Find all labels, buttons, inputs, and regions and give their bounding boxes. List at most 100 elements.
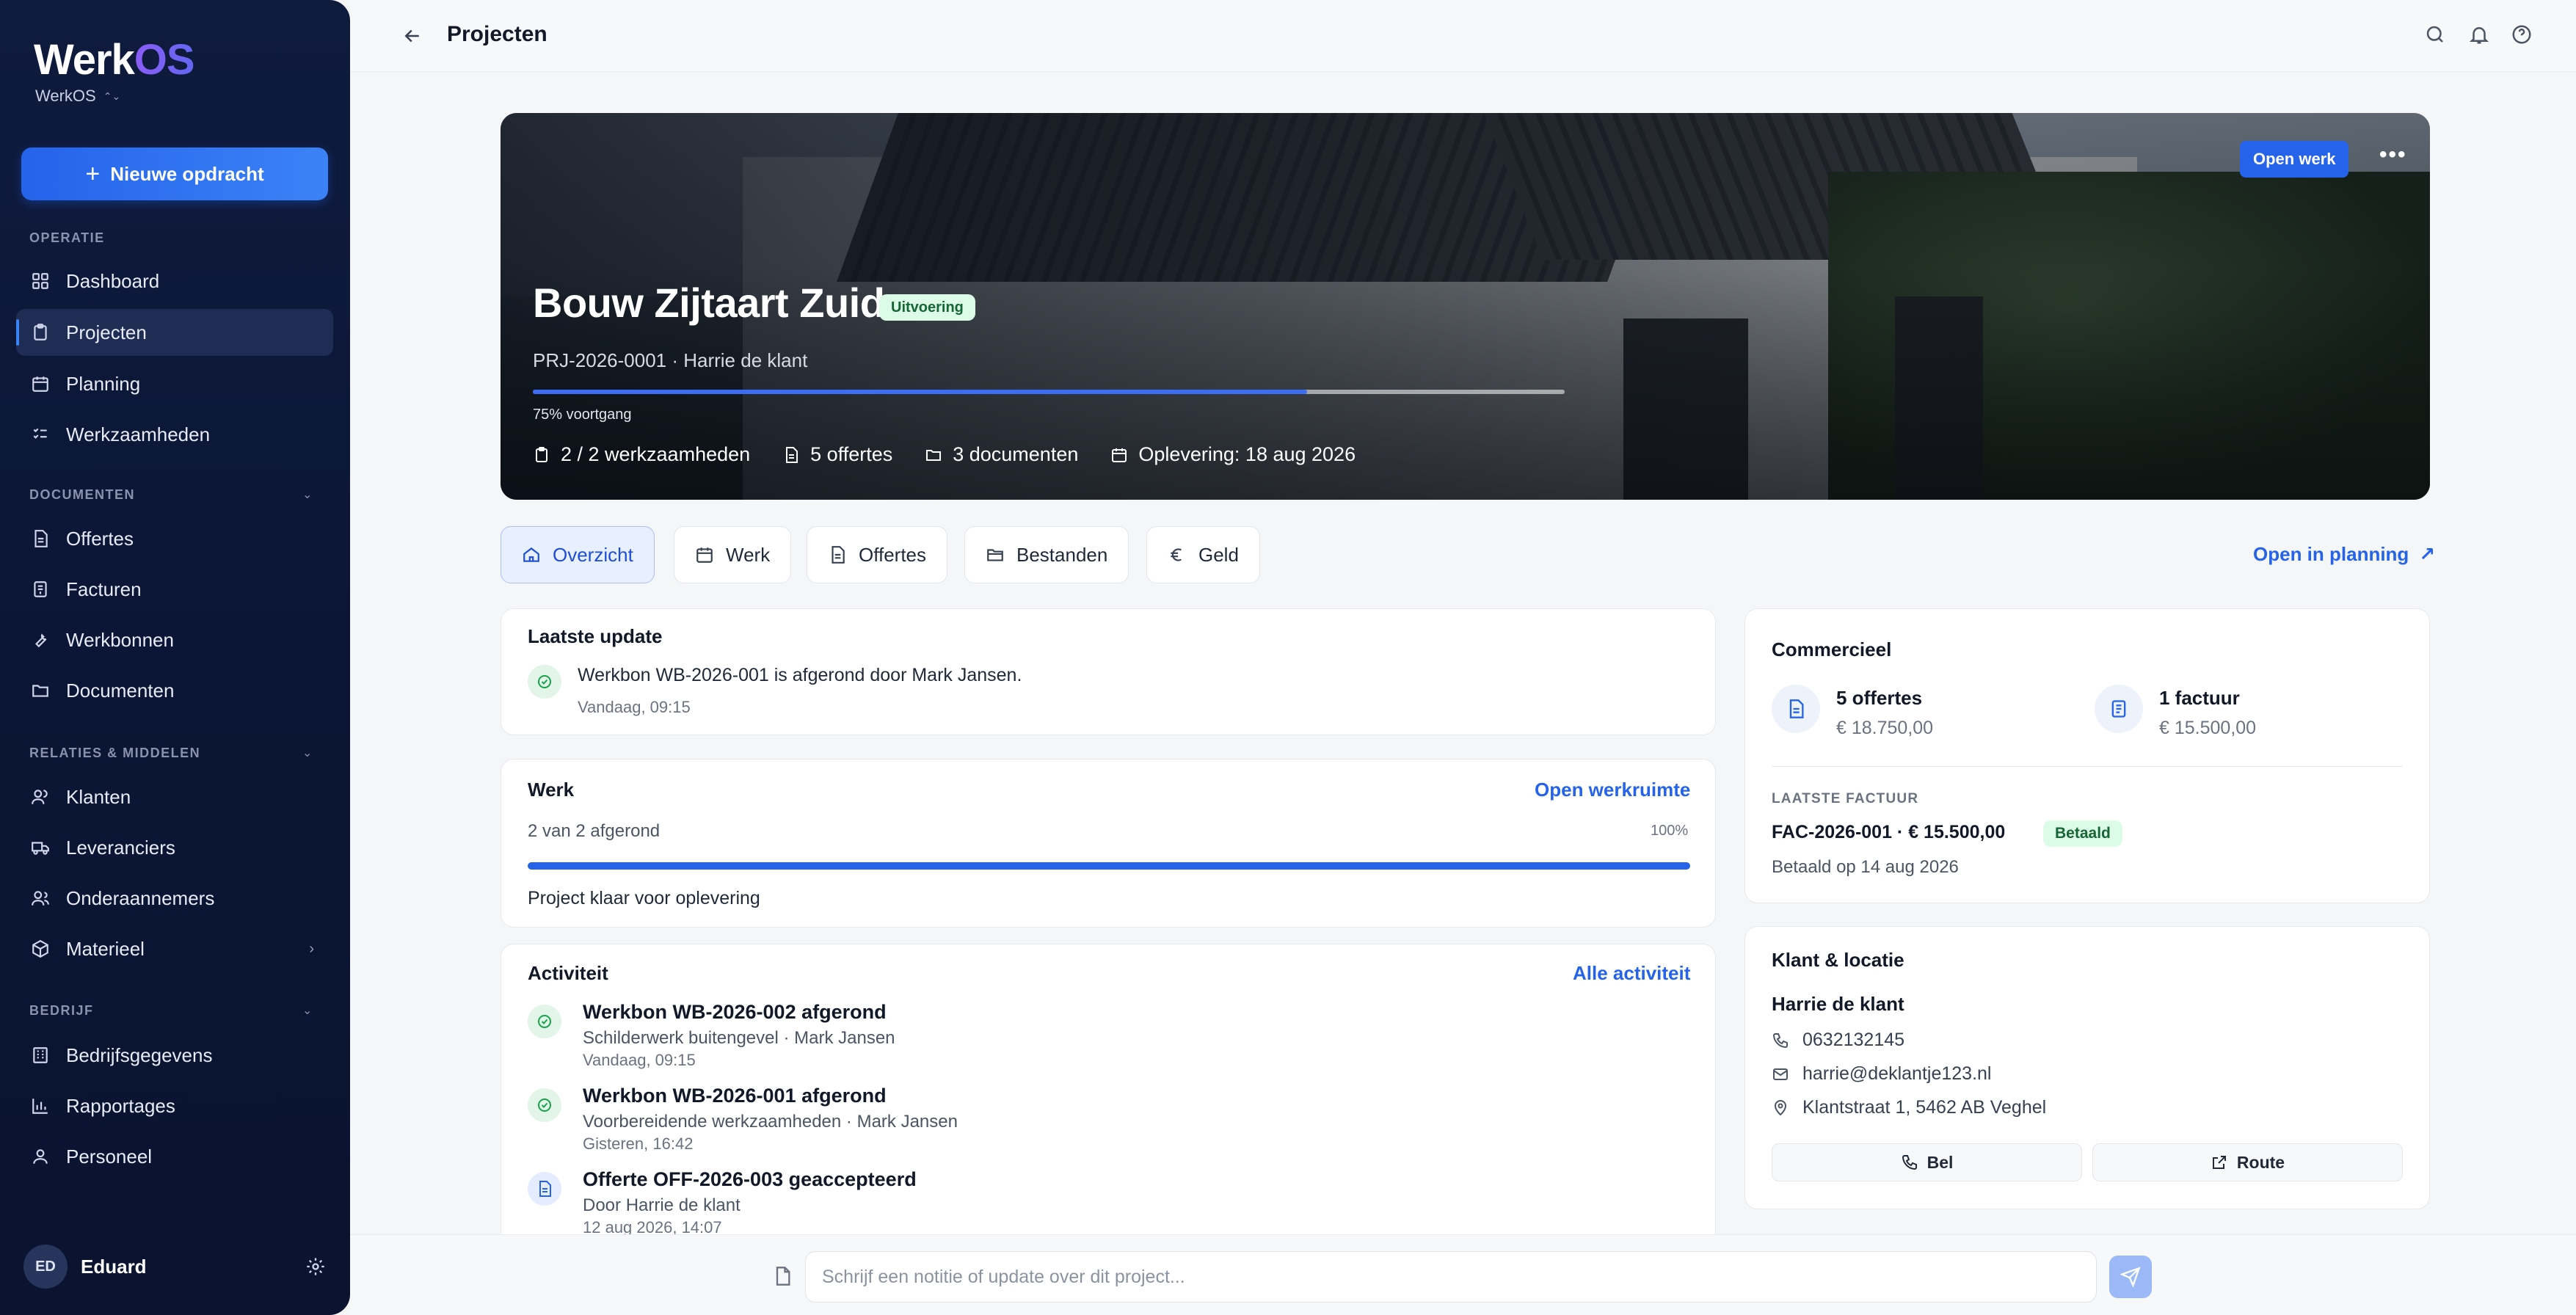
folder-icon xyxy=(32,685,48,697)
sidebar-item-projecten[interactable]: Projecten xyxy=(16,309,333,356)
sidebar-item-leveranciers[interactable]: Leveranciers xyxy=(16,824,333,871)
more-options-icon[interactable]: ••• xyxy=(2379,142,2407,167)
calendar-icon xyxy=(696,547,713,563)
meta-delivery: Oplevering: 18 aug 2026 xyxy=(1110,443,1356,466)
user-icon xyxy=(33,1149,48,1164)
help-icon[interactable] xyxy=(2511,23,2533,45)
latest-update-text: Werkbon WB-2026-001 is afgerond door Mar… xyxy=(578,665,1022,685)
truck-icon xyxy=(32,842,49,855)
check-icon xyxy=(538,1099,551,1112)
section-bedrijf: BEDRIJF xyxy=(29,1003,94,1018)
sidebar-item-offertes[interactable]: Offertes xyxy=(16,515,333,562)
logo-accent: OS xyxy=(134,36,195,84)
paid-on-date: Betaald op 14 aug 2026 xyxy=(1772,857,1959,877)
grid-icon xyxy=(32,273,48,289)
work-progress-bar xyxy=(528,862,1690,870)
search-icon[interactable] xyxy=(2424,23,2446,45)
meta-documents-text: 3 documenten xyxy=(953,443,1079,465)
section-relaties: RELATIES & MIDDELEN xyxy=(29,746,201,760)
invoice-icon-badge xyxy=(2095,685,2143,733)
chevron-down-icon[interactable]: ⌄ xyxy=(302,746,312,760)
external-arrow-icon: ↗ xyxy=(2419,543,2436,565)
project-progress-bar xyxy=(533,390,1565,394)
open-in-planning-link[interactable]: Open in planning ↗ xyxy=(2253,543,2435,566)
sidebar-item-bedrijfsgegevens[interactable]: Bedrijfsgegevens xyxy=(16,1032,333,1079)
sidebar-item-onderaannemers[interactable]: Onderaannemers xyxy=(16,875,333,922)
activity-item-title[interactable]: Werkbon WB-2026-001 afgerond xyxy=(583,1085,887,1107)
all-activity-link[interactable]: Alle activiteit xyxy=(1573,962,1690,985)
chevron-right-icon: › xyxy=(309,940,314,957)
route-button[interactable]: Route xyxy=(2092,1143,2403,1181)
sidebar-item-label: Dashboard xyxy=(66,269,160,292)
tab-geld[interactable]: Geld xyxy=(1146,526,1260,583)
client-address[interactable]: Klantstraat 1, 5462 AB Veghel xyxy=(1772,1097,2046,1118)
sidebar-item-label: Leveranciers xyxy=(66,836,175,859)
check-icon xyxy=(538,1015,551,1028)
sidebar-item-label: Onderaannemers xyxy=(66,886,215,909)
quotes-count[interactable]: 5 offertes xyxy=(1836,687,1922,710)
task-list-icon xyxy=(33,428,47,439)
sidebar-item-label: Documenten xyxy=(66,679,175,702)
client-email[interactable]: harrie@deklantje123.nl xyxy=(1772,1063,1991,1085)
open-work-button[interactable]: Open werk xyxy=(2240,141,2349,178)
logo[interactable]: WerkOS xyxy=(34,35,195,84)
client-phone[interactable]: 0632132145 xyxy=(1772,1030,1904,1051)
latest-update-time: Vandaag, 09:15 xyxy=(578,698,691,716)
user-profile[interactable]: ED Eduard xyxy=(23,1243,326,1290)
document-icon xyxy=(1789,699,1804,718)
arrow-left-icon[interactable] xyxy=(401,25,423,47)
chevron-down-icon[interactable]: ⌄ xyxy=(302,487,312,502)
activity-item-title[interactable]: Werkbon WB-2026-002 afgerond xyxy=(583,1001,887,1024)
gear-icon[interactable] xyxy=(305,1256,326,1277)
new-order-button[interactable]: + Nieuwe opdracht xyxy=(21,147,328,200)
meta-tasks: 2 / 2 werkzaamheden xyxy=(533,443,750,466)
tab-bestanden[interactable]: Bestanden xyxy=(964,526,1129,583)
quotes-amount: € 18.750,00 xyxy=(1836,718,1934,738)
calendar-icon xyxy=(32,376,48,392)
sidebar-item-dashboard[interactable]: Dashboard xyxy=(16,258,333,305)
tab-label: Overzicht xyxy=(553,543,633,566)
call-button-label: Bel xyxy=(1926,1152,1954,1172)
project-subtitle: PRJ-2026-0001 · Harrie de klant xyxy=(533,349,808,371)
sidebar-item-facturen[interactable]: Facturen xyxy=(16,566,333,613)
project-progress-fill xyxy=(533,390,1307,394)
open-workspace-link[interactable]: Open werkruimte xyxy=(1535,779,1690,801)
sidebar-item-klanten[interactable]: Klanten xyxy=(16,773,333,820)
activity-item-title[interactable]: Offerte OFF-2026-003 geaccepteerd xyxy=(583,1168,917,1191)
sidebar-item-documenten[interactable]: Documenten xyxy=(16,667,333,714)
tab-overzicht[interactable]: Overzicht xyxy=(501,526,655,583)
check-circle-icon xyxy=(528,1088,561,1122)
sidebar-item-label: Personeel xyxy=(66,1145,153,1168)
client-name[interactable]: Harrie de klant xyxy=(1772,993,1904,1016)
sidebar: WerkOS WerkOS ⌃⌄ + Nieuwe opdracht OPERA… xyxy=(0,0,350,1315)
attachment-icon[interactable] xyxy=(772,1266,793,1286)
sidebar-item-planning[interactable]: Planning xyxy=(16,360,333,407)
euro-icon xyxy=(1171,548,1182,561)
section-operatie: OPERATIE xyxy=(29,230,105,245)
call-button[interactable]: Bel xyxy=(1772,1143,2082,1181)
clipboard-icon xyxy=(34,324,47,340)
sidebar-item-werkbonnen[interactable]: Werkbonnen xyxy=(16,616,333,663)
invoices-count[interactable]: 1 factuur xyxy=(2159,687,2240,710)
sidebar-item-label: Klanten xyxy=(66,785,131,808)
sidebar-item-rapportages[interactable]: Rapportages xyxy=(16,1082,333,1129)
sidebar-item-werkzaamheden[interactable]: Werkzaamheden xyxy=(16,411,333,458)
sidebar-item-materieel[interactable]: Materieel › xyxy=(16,925,333,972)
top-bar: Projecten xyxy=(350,0,2576,72)
tab-offertes[interactable]: Offertes xyxy=(807,526,948,583)
plus-icon: + xyxy=(85,160,101,188)
activity-item-time: Gisteren, 16:42 xyxy=(583,1134,694,1153)
send-button[interactable] xyxy=(2109,1256,2152,1298)
activity-item-time: Vandaag, 09:15 xyxy=(583,1051,696,1069)
tab-werk[interactable]: Werk xyxy=(674,526,792,583)
project-title: Bouw Zijtaart Zuid xyxy=(533,280,885,326)
chevron-down-icon[interactable]: ⌄ xyxy=(302,1003,312,1018)
note-input[interactable] xyxy=(805,1251,2097,1303)
activity-title: Activiteit xyxy=(528,962,608,984)
sidebar-item-personeel[interactable]: Personeel xyxy=(16,1133,333,1180)
sidebar-item-label: Projecten xyxy=(66,321,147,343)
workspace-switcher[interactable]: WerkOS ⌃⌄ xyxy=(35,87,120,106)
bell-icon[interactable] xyxy=(2468,23,2490,45)
last-invoice[interactable]: FAC-2026-001 · € 15.500,00 xyxy=(1772,822,2005,843)
commercial-title: Commercieel xyxy=(1772,638,1892,660)
